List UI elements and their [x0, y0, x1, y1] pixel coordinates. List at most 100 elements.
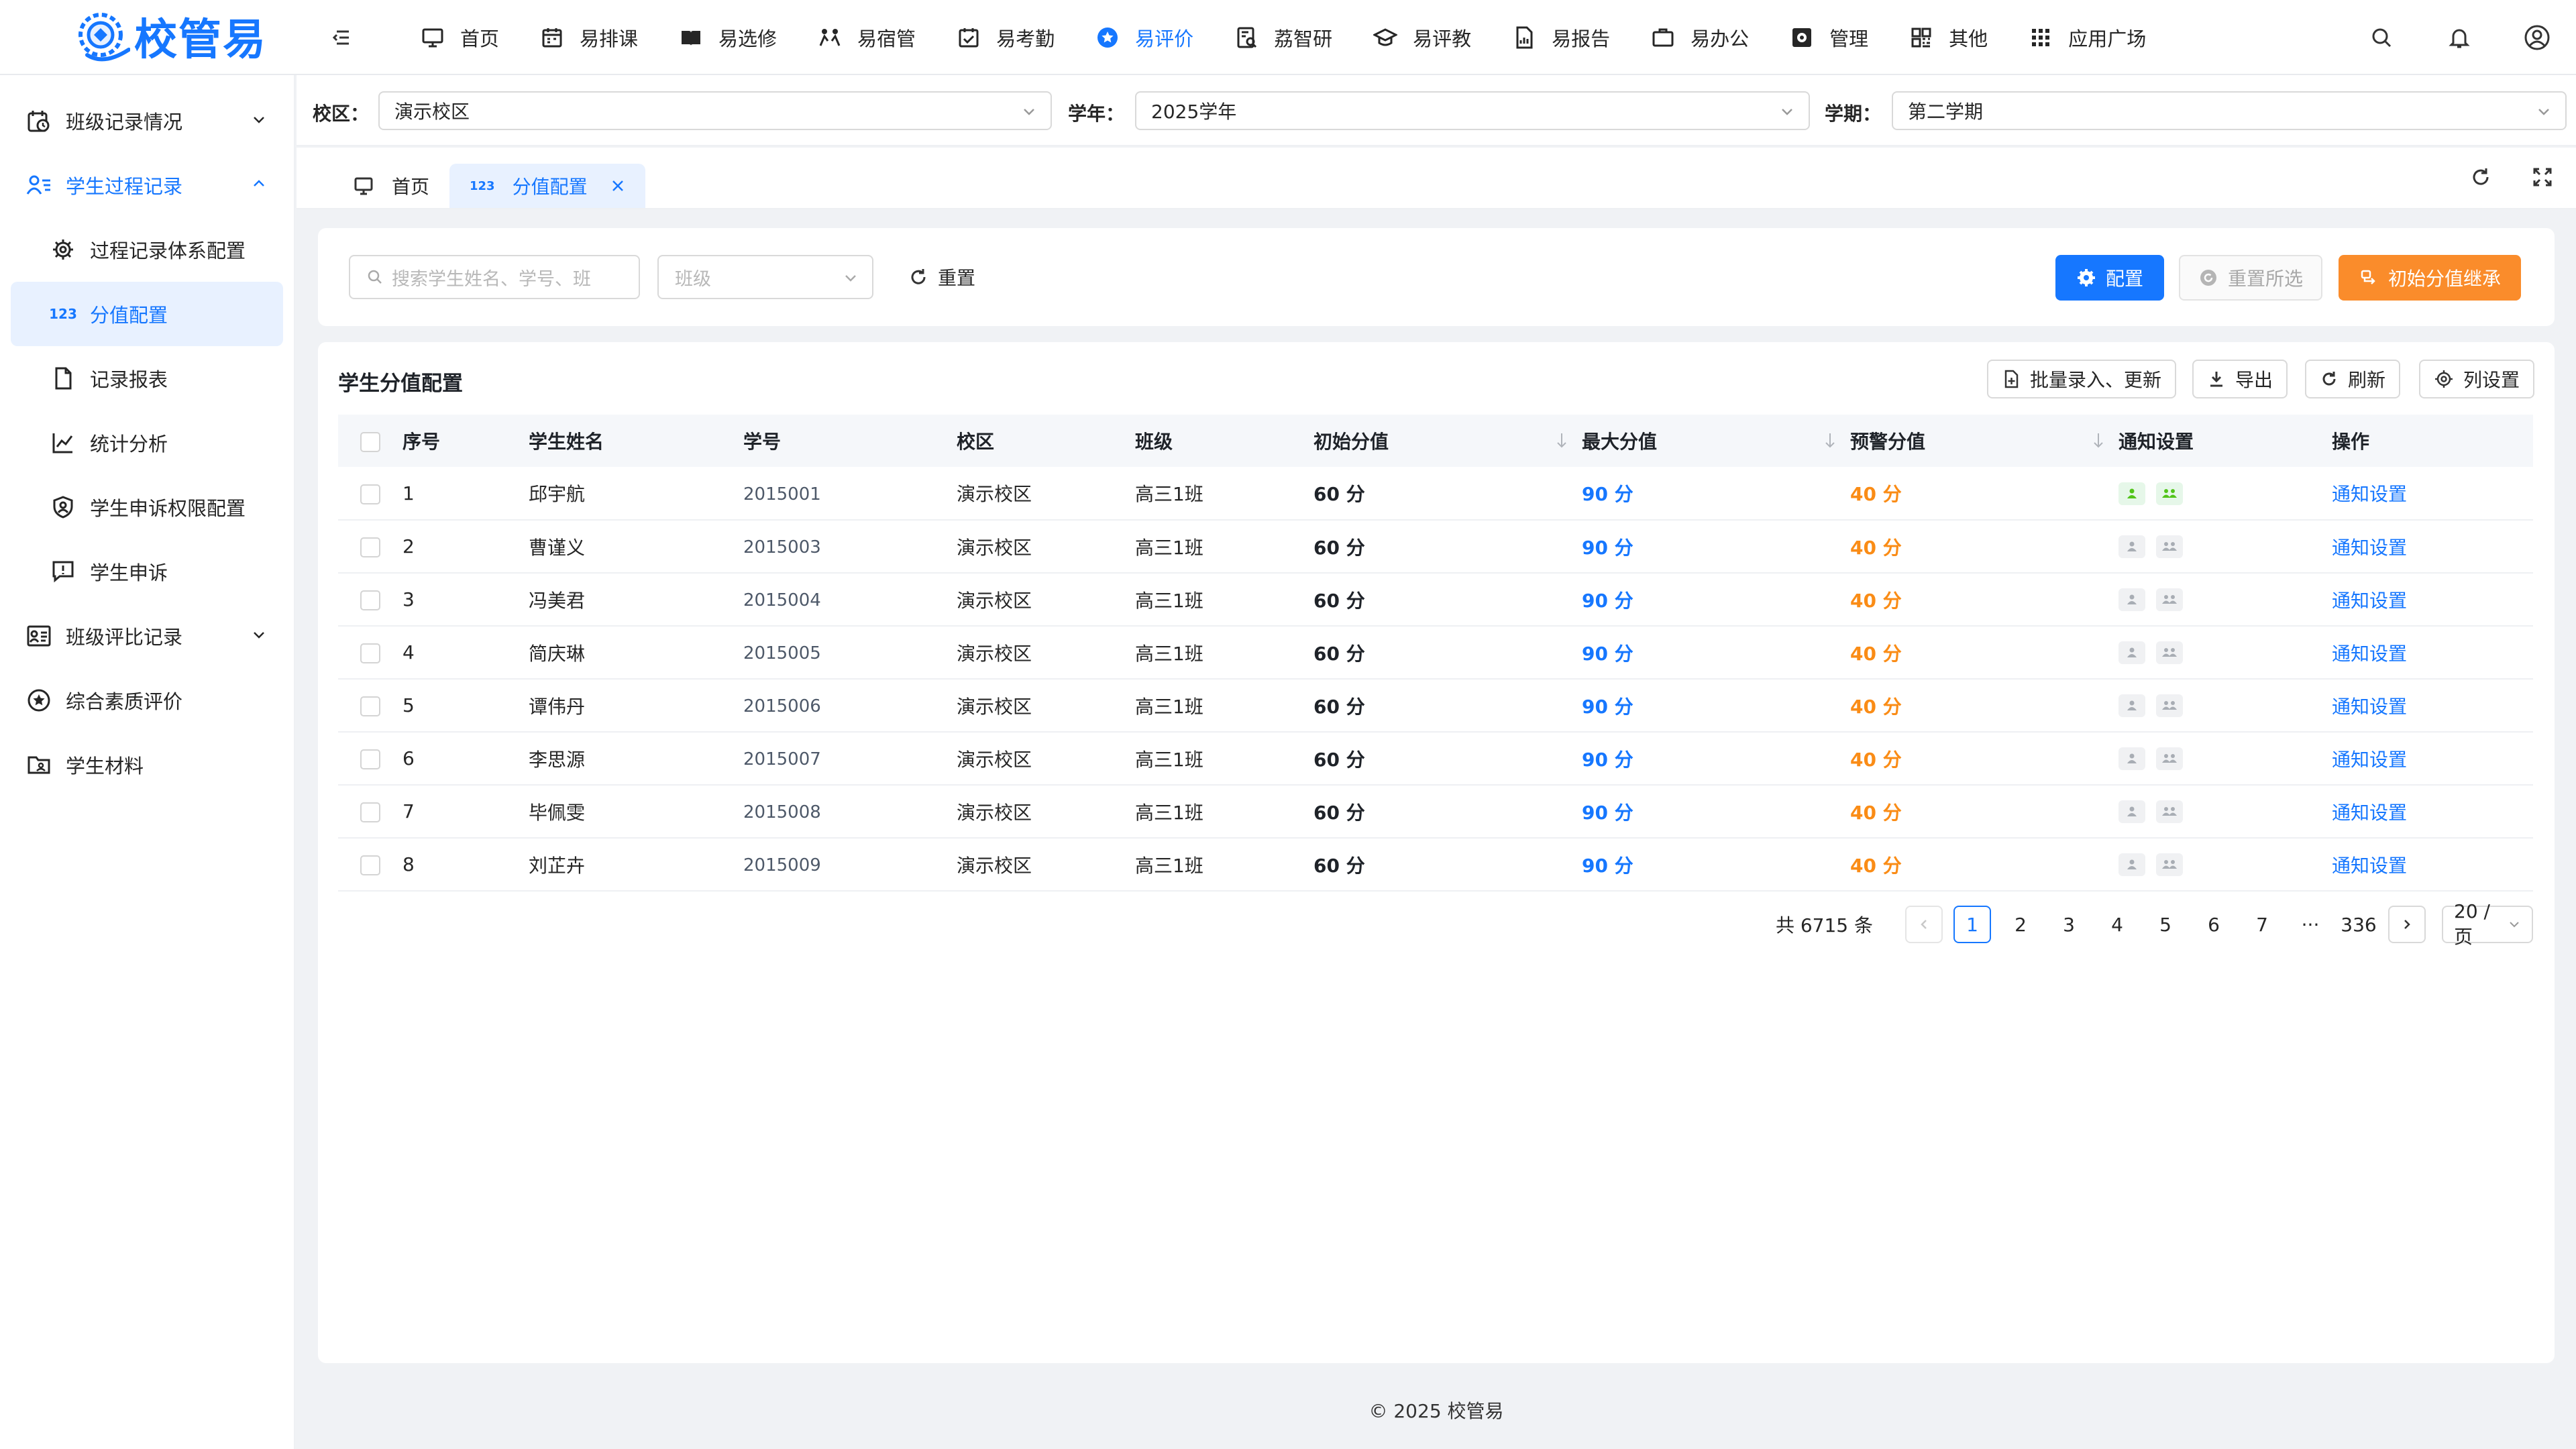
sidebar-item[interactable]: 综合素质评价 — [0, 668, 294, 733]
tab-home[interactable]: 首页 — [333, 164, 449, 208]
sidebar-item[interactable]: 学生申诉 — [0, 539, 294, 604]
row-checkbox[interactable] — [360, 484, 380, 504]
row-checkbox[interactable] — [360, 590, 380, 610]
nav-item[interactable]: 易排课 — [519, 0, 658, 75]
year-select[interactable]: 2025学年 — [1135, 91, 1810, 130]
notify-parents-icon[interactable] — [2156, 641, 2183, 664]
search-icon[interactable] — [2367, 23, 2396, 52]
sidebar-item[interactable]: 123 分值配置 — [11, 282, 283, 346]
nav-item[interactable]: 易评价 — [1075, 0, 1214, 75]
sort-arrow-icon[interactable] — [1555, 431, 1568, 449]
nav-item[interactable]: 易宿管 — [797, 0, 936, 75]
next-page-button[interactable] — [2388, 906, 2426, 943]
config-button[interactable]: 配置 — [2055, 255, 2164, 301]
column-header[interactable]: 初始分值 — [1313, 415, 1582, 467]
notify-settings-link[interactable]: 通知设置 — [2332, 749, 2407, 771]
notify-settings-link[interactable]: 通知设置 — [2332, 802, 2407, 824]
fullscreen-icon[interactable] — [2529, 164, 2556, 191]
refresh-button[interactable]: 刷新 — [2305, 360, 2401, 398]
nav-item[interactable]: 管理 — [1769, 0, 1888, 75]
notify-parents-icon[interactable] — [2156, 535, 2183, 558]
page-button[interactable]: 2 — [2002, 906, 2039, 943]
nav-item[interactable]: 易报告 — [1491, 0, 1630, 75]
notify-parents-icon[interactable] — [2156, 588, 2183, 611]
row-checkbox[interactable] — [360, 537, 380, 557]
sidebar-item[interactable]: 学生申诉权限配置 — [0, 475, 294, 539]
notify-student-icon[interactable] — [2118, 641, 2145, 664]
notify-student-icon[interactable] — [2118, 482, 2145, 505]
page-button[interactable]: 336 — [2340, 906, 2377, 943]
notify-parents-icon[interactable] — [2156, 853, 2183, 876]
nav-item[interactable]: 易办公 — [1630, 0, 1769, 75]
user-avatar-icon[interactable] — [2522, 23, 2552, 52]
sidebar-item[interactable]: 统计分析 — [0, 411, 294, 475]
sidebar-collapse-icon[interactable] — [330, 25, 354, 50]
campus-select[interactable]: 演示校区 — [378, 91, 1052, 130]
page-button[interactable]: 7 — [2243, 906, 2281, 943]
column-header[interactable]: 最大分值 — [1582, 415, 1850, 467]
nav-item[interactable]: 易选修 — [658, 0, 797, 75]
notify-student-icon[interactable] — [2118, 588, 2145, 611]
tab-score-config[interactable]: 123 分值配置 — [449, 164, 645, 208]
row-checkbox[interactable] — [360, 749, 380, 769]
notify-settings-link[interactable]: 通知设置 — [2332, 855, 2407, 877]
reset-selected-button[interactable]: 重置所选 — [2179, 255, 2322, 301]
notify-student-icon[interactable] — [2118, 853, 2145, 876]
close-icon[interactable] — [610, 178, 625, 193]
row-index: 6 — [402, 747, 415, 769]
term-select[interactable]: 第二学期 — [1892, 91, 2567, 130]
notify-student-icon[interactable] — [2118, 694, 2145, 717]
sidebar-item[interactable]: 学生材料 — [0, 733, 294, 797]
batch-input-button[interactable]: 批量录入、更新 — [1987, 360, 2177, 398]
app-logo[interactable]: 校管易 — [74, 5, 267, 67]
column-settings-button[interactable]: 列设置 — [2419, 360, 2535, 398]
nav-item[interactable]: 荔智研 — [1214, 0, 1352, 75]
row-checkbox[interactable] — [360, 802, 380, 822]
page-button[interactable]: 4 — [2098, 906, 2136, 943]
sidebar-item[interactable]: 班级评比记录 — [0, 604, 294, 668]
select-all-checkbox[interactable] — [360, 431, 380, 452]
notify-parents-icon[interactable] — [2156, 694, 2183, 717]
notify-settings-link[interactable]: 通知设置 — [2332, 590, 2407, 612]
bell-icon[interactable] — [2445, 23, 2474, 52]
reset-button[interactable]: 重置 — [908, 255, 975, 299]
chevron-down-icon — [1021, 103, 1037, 119]
notify-settings-link[interactable]: 通知设置 — [2332, 483, 2407, 505]
export-button[interactable]: 导出 — [2192, 360, 2288, 398]
page-button[interactable]: 1 — [1953, 906, 1991, 943]
sidebar-item[interactable]: 班级记录情况 — [0, 89, 294, 153]
student-search-input[interactable]: 搜索学生姓名、学号、班 — [349, 255, 640, 299]
notify-student-icon[interactable] — [2118, 535, 2145, 558]
nav-item[interactable]: 首页 — [400, 0, 519, 75]
row-checkbox[interactable] — [360, 643, 380, 663]
row-checkbox[interactable] — [360, 696, 380, 716]
research-icon — [1234, 25, 1259, 50]
notify-settings-link[interactable]: 通知设置 — [2332, 643, 2407, 665]
prev-page-button[interactable] — [1905, 906, 1943, 943]
notify-settings-link[interactable]: 通知设置 — [2332, 537, 2407, 559]
inherit-score-button[interactable]: 初始分值继承 — [2339, 255, 2521, 301]
nav-item[interactable]: 易评教 — [1352, 0, 1491, 75]
notify-parents-icon[interactable] — [2156, 800, 2183, 823]
page-button[interactable]: 5 — [2147, 906, 2184, 943]
nav-item[interactable]: 应用广场 — [2008, 0, 2166, 75]
sidebar-item[interactable]: 学生过程记录 — [0, 153, 294, 217]
notify-student-icon[interactable] — [2118, 800, 2145, 823]
sort-arrow-icon[interactable] — [1823, 431, 1837, 449]
nav-item[interactable]: 其他 — [1888, 0, 2008, 75]
class-select[interactable]: 班级 — [657, 255, 873, 299]
notify-parents-icon[interactable] — [2156, 482, 2183, 505]
notify-student-icon[interactable] — [2118, 747, 2145, 770]
nav-item[interactable]: 易考勤 — [936, 0, 1075, 75]
column-header[interactable]: 预警分值 — [1850, 415, 2118, 467]
sidebar-item[interactable]: 记录报表 — [0, 346, 294, 411]
reload-icon[interactable] — [2467, 164, 2494, 191]
row-checkbox[interactable] — [360, 855, 380, 875]
sidebar-item[interactable]: 过程记录体系配置 — [0, 217, 294, 282]
sort-arrow-icon[interactable] — [2092, 431, 2105, 449]
page-size-select[interactable]: 20 / 页 — [2442, 900, 2533, 948]
page-button[interactable]: 6 — [2195, 906, 2233, 943]
notify-settings-link[interactable]: 通知设置 — [2332, 696, 2407, 718]
notify-parents-icon[interactable] — [2156, 747, 2183, 770]
page-button[interactable]: 3 — [2050, 906, 2088, 943]
